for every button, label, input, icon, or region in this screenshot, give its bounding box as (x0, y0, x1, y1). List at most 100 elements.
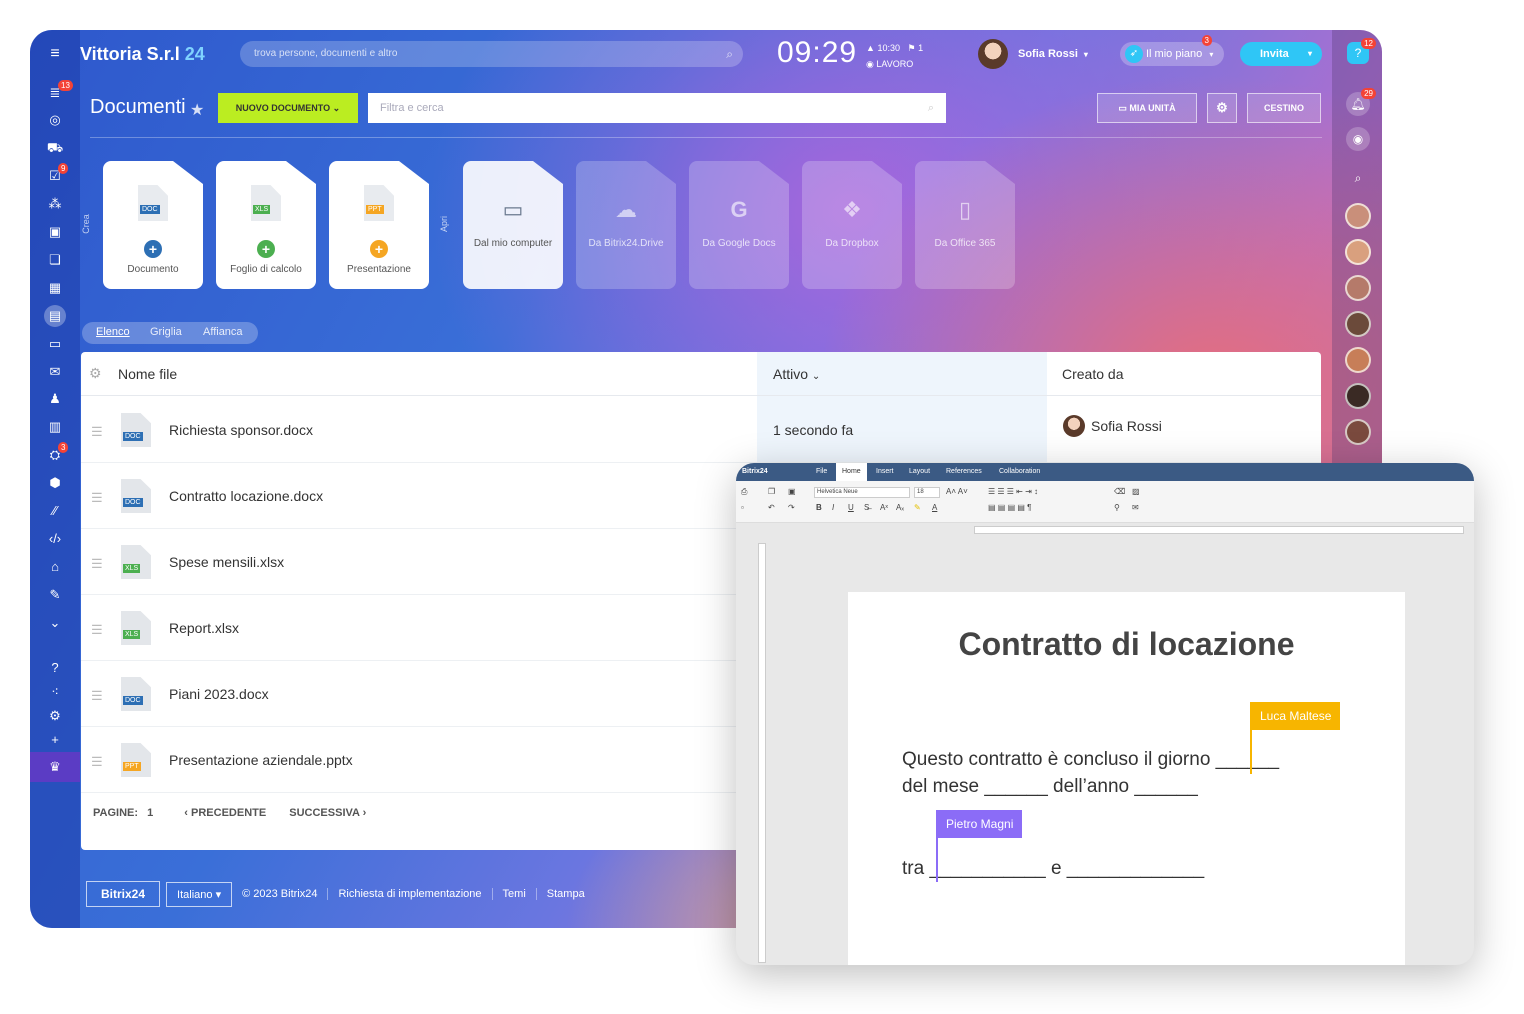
bitrix-brand-button[interactable]: Bitrix24 (86, 881, 161, 907)
font-select[interactable]: Helvetica Neue (814, 487, 910, 498)
subscript-icon[interactable]: Aₓ (896, 503, 904, 512)
drag-handle-icon[interactable]: ☰ (91, 688, 103, 704)
settings-button[interactable]: ⚙ (1207, 93, 1237, 123)
prev-page-button[interactable]: ‹ PRECEDENTE (184, 807, 266, 819)
document-page[interactable]: Contratto di locazione Questo contratto … (848, 592, 1405, 965)
filter-input[interactable]: Filtra e cerca ⌕ (368, 93, 946, 123)
cart-icon[interactable]: ⛟ (46, 139, 64, 157)
footer-link[interactable]: Temi (491, 888, 536, 900)
open-from-bitrix-drive-tile[interactable]: ☁ Da Bitrix24.Drive (576, 161, 676, 289)
contact-avatar[interactable] (1345, 203, 1371, 229)
file-name[interactable]: Spese mensili.xlsx (169, 554, 284, 570)
bold-icon[interactable]: B (816, 503, 822, 512)
view-list[interactable]: Elenco (96, 326, 130, 338)
column-active[interactable]: Attivo ⌄ (773, 366, 820, 382)
table-row[interactable]: ☰ DOC Richiesta sponsor.docx 1 secondo f… (81, 397, 1321, 463)
strike-icon[interactable]: S̶ (864, 503, 869, 512)
paste-icon[interactable]: ▣ (788, 487, 796, 496)
more-icon[interactable]: ⌄ (46, 614, 64, 632)
column-settings-icon[interactable]: ⚙ (89, 365, 102, 382)
file-name[interactable]: Richiesta sponsor.docx (169, 422, 313, 438)
trash-button[interactable]: CESTINO (1247, 93, 1321, 123)
file-name[interactable]: Piani 2023.docx (169, 686, 269, 702)
font-size-select[interactable]: 18 (914, 487, 940, 498)
file-name[interactable]: Contratto locazione.docx (169, 488, 323, 504)
contact-avatar[interactable] (1345, 239, 1371, 265)
footer-link[interactable]: Richiesta di implementazione (327, 888, 491, 900)
underline-icon[interactable]: U (848, 503, 854, 512)
crm-icon[interactable]: ▣ (46, 223, 64, 241)
menu-icon[interactable]: ≡ (46, 45, 64, 63)
menu-layout[interactable]: Layout (909, 468, 930, 475)
drag-handle-icon[interactable]: ☰ (91, 622, 103, 638)
font-size-icons[interactable]: A˄ A˅ (946, 487, 968, 496)
open-from-computer-tile[interactable]: ▭ Dal mio computer (463, 161, 563, 289)
font-color-icon[interactable]: A (932, 503, 937, 512)
help-icon[interactable]: ? (46, 659, 64, 677)
drag-handle-icon[interactable]: ☰ (91, 490, 103, 506)
mail-merge-icon[interactable]: ✉ (1132, 503, 1139, 512)
language-select[interactable]: Italiano ▾ (166, 881, 233, 907)
column-created-by[interactable]: Creato da (1062, 366, 1123, 382)
align-icons[interactable]: ▤ ▤ ▤ ▤ ¶ (988, 503, 1031, 512)
contact-avatar[interactable] (1345, 275, 1371, 301)
view-side[interactable]: Affianca (203, 326, 243, 338)
copy-icon[interactable]: ❐ (768, 487, 775, 496)
settings-icon[interactable]: ⚙ (46, 707, 64, 725)
horizontal-ruler[interactable] (974, 526, 1464, 534)
sitemap-icon[interactable]: ⁖ (46, 683, 64, 701)
menu-references[interactable]: References (946, 468, 982, 475)
drag-handle-icon[interactable]: ☰ (91, 424, 103, 440)
company-icon[interactable]: ⌂ (46, 558, 64, 576)
file-name[interactable]: Presentazione aziendale.pptx (169, 752, 353, 768)
search-icon[interactable]: ⌕ (1346, 166, 1370, 190)
invite-button[interactable]: Invita ▾ (1240, 42, 1322, 66)
create-presentation-tile[interactable]: PPT + Presentazione (329, 161, 429, 289)
italic-icon[interactable]: I (832, 503, 834, 512)
employees-icon[interactable]: ♟ (46, 390, 64, 408)
mail-icon[interactable]: ✉ (46, 363, 64, 381)
drive-icon[interactable]: ▭ (46, 335, 64, 353)
store-icon[interactable]: ⬢ (46, 474, 64, 492)
menu-insert[interactable]: Insert (876, 468, 894, 475)
marketplace-icon[interactable]: ∕∕ (46, 502, 64, 520)
documents-icon[interactable]: ▤ (44, 305, 66, 327)
print-icon[interactable]: ⎙ (741, 487, 747, 497)
open-from-office365-tile[interactable]: ▯ Da Office 365 (915, 161, 1015, 289)
file-creator[interactable]: Sofia Rossi (1063, 415, 1162, 437)
undo-icon[interactable]: ↶ (768, 503, 775, 512)
next-page-button[interactable]: SUCCESSIVA › (289, 807, 366, 819)
contact-avatar[interactable] (1345, 311, 1371, 337)
new-document-button[interactable]: NUOVO DOCUMENTO ⌄ (218, 93, 358, 123)
star-icon[interactable]: ★ (190, 100, 204, 120)
messenger-icon[interactable]: ◉ (1346, 127, 1370, 151)
menu-file[interactable]: File (816, 468, 827, 475)
my-drive-button[interactable]: ▭ MIA UNITÀ (1097, 93, 1197, 123)
contact-center-icon[interactable]: ▥ (46, 418, 64, 436)
open-from-google-docs-tile[interactable]: G Da Google Docs (689, 161, 789, 289)
view-grid[interactable]: Griglia (150, 326, 182, 338)
open-from-dropbox-tile[interactable]: ❖ Da Dropbox (802, 161, 902, 289)
chat-icon[interactable]: ❏ (46, 251, 64, 269)
menu-home[interactable]: Home (836, 463, 867, 481)
list-icons[interactable]: ☰ ☰ ☰ ⇤ ⇥ ↕ (988, 487, 1038, 496)
menu-collaboration[interactable]: Collaboration (999, 468, 1040, 475)
workgroups-icon[interactable]: ⁂ (46, 195, 64, 213)
add-icon[interactable]: + (46, 731, 64, 749)
contact-avatar[interactable] (1345, 347, 1371, 373)
user-menu[interactable]: Sofia Rossi ▾ (978, 39, 1088, 69)
developer-icon[interactable]: ‹/› (46, 530, 64, 548)
upgrade-button[interactable]: ♛ (30, 752, 80, 782)
insert-image-icon[interactable]: ▨ (1132, 487, 1140, 496)
create-document-tile[interactable]: DOC + Documento (103, 161, 203, 289)
create-spreadsheet-tile[interactable]: XLS + Foglio di calcolo (216, 161, 316, 289)
column-name[interactable]: Nome file (118, 366, 177, 382)
drag-handle-icon[interactable]: ☰ (91, 556, 103, 572)
highlight-icon[interactable]: ✎ (914, 503, 921, 512)
redo-icon[interactable]: ↷ (788, 503, 795, 512)
file-name[interactable]: Report.xlsx (169, 620, 239, 636)
drag-handle-icon[interactable]: ☰ (91, 754, 103, 770)
company-logo[interactable]: Vittoria S.r.l 24 (80, 44, 205, 65)
format-painter-icon[interactable]: ⚲ (1114, 503, 1120, 512)
vertical-ruler[interactable] (758, 543, 766, 963)
